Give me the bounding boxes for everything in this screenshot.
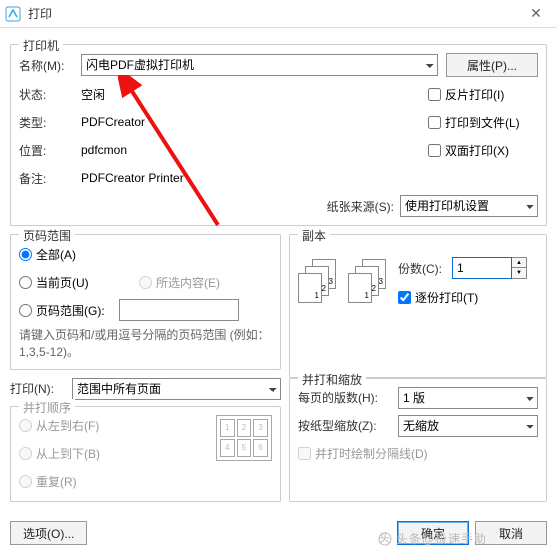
- order-tb-radio: 从上到下(B): [19, 445, 100, 462]
- where-value: pdfcmon: [81, 143, 428, 157]
- status-value: 空闲: [81, 86, 428, 103]
- where-label: 位置:: [19, 142, 75, 159]
- range-selection-radio: 所选内容(E): [139, 274, 220, 291]
- options-button[interactable]: 选项(O)...: [10, 521, 87, 545]
- properties-button[interactable]: 属性(P)...: [446, 53, 538, 77]
- copies-count-label: 份数(C):: [398, 260, 442, 277]
- order-rep-radio: 重复(R): [19, 473, 77, 490]
- collate-diagram-1: 3 2 1: [298, 259, 338, 305]
- collate-checkbox[interactable]: 逐份打印(T): [398, 289, 527, 306]
- app-logo-icon: [4, 5, 22, 23]
- duplex-checkbox[interactable]: 双面打印(X): [428, 142, 538, 159]
- type-value: PDFCreator: [81, 115, 428, 129]
- range-all-radio[interactable]: 全部(A): [19, 246, 76, 263]
- name-label: 名称(M):: [19, 57, 75, 74]
- order-legend: 并打顺序: [19, 399, 75, 416]
- collate-diagram-2: 3 2 1: [348, 259, 388, 305]
- order-lr-radio: 从左到右(F): [19, 417, 99, 434]
- copies-legend: 副本: [298, 227, 330, 244]
- window-title: 打印: [28, 5, 519, 22]
- divider-checkbox: 并打时绘制分隔线(D): [298, 445, 428, 462]
- type-label: 类型:: [19, 114, 75, 131]
- status-label: 状态:: [19, 86, 75, 103]
- printer-legend: 打印机: [19, 37, 63, 54]
- paper-source-label: 纸张来源(S):: [327, 198, 394, 215]
- range-hint: 请键入页码和/或用逗号分隔的页码范围 (例如：1,3,5-12)。: [19, 327, 272, 361]
- pages-per-select[interactable]: 1 版: [398, 387, 538, 409]
- ok-button[interactable]: 确定: [397, 521, 469, 545]
- range-pages-radio[interactable]: 页码范围(G):: [19, 302, 119, 319]
- cancel-button[interactable]: 取消: [475, 521, 547, 545]
- range-current-radio[interactable]: 当前页(U): [19, 274, 139, 291]
- scale-select[interactable]: 无缩放: [398, 415, 538, 437]
- printer-name-select[interactable]: 闪电PDF虚拟打印机: [81, 54, 438, 76]
- range-pages-input[interactable]: [119, 299, 239, 321]
- comment-value: PDFCreator Printer: [81, 171, 538, 185]
- tofile-checkbox[interactable]: 打印到文件(L): [428, 114, 538, 131]
- copies-count-spinner[interactable]: ▲▼: [452, 257, 527, 279]
- comment-label: 备注:: [19, 170, 75, 187]
- close-button[interactable]: ✕: [519, 2, 553, 26]
- scale-label: 按纸型缩放(Z):: [298, 417, 392, 434]
- pages-per-label: 每页的版数(H):: [298, 389, 392, 406]
- paper-source-select[interactable]: 使用打印机设置: [400, 195, 538, 217]
- merge-legend: 并打和缩放: [298, 371, 366, 388]
- mirror-checkbox[interactable]: 反片打印(I): [428, 86, 538, 103]
- range-legend: 页码范围: [19, 227, 75, 244]
- print-n-select[interactable]: 范围中所有页面: [72, 378, 281, 400]
- order-diagram: 123 456: [216, 415, 272, 461]
- print-n-label: 打印(N):: [10, 380, 66, 397]
